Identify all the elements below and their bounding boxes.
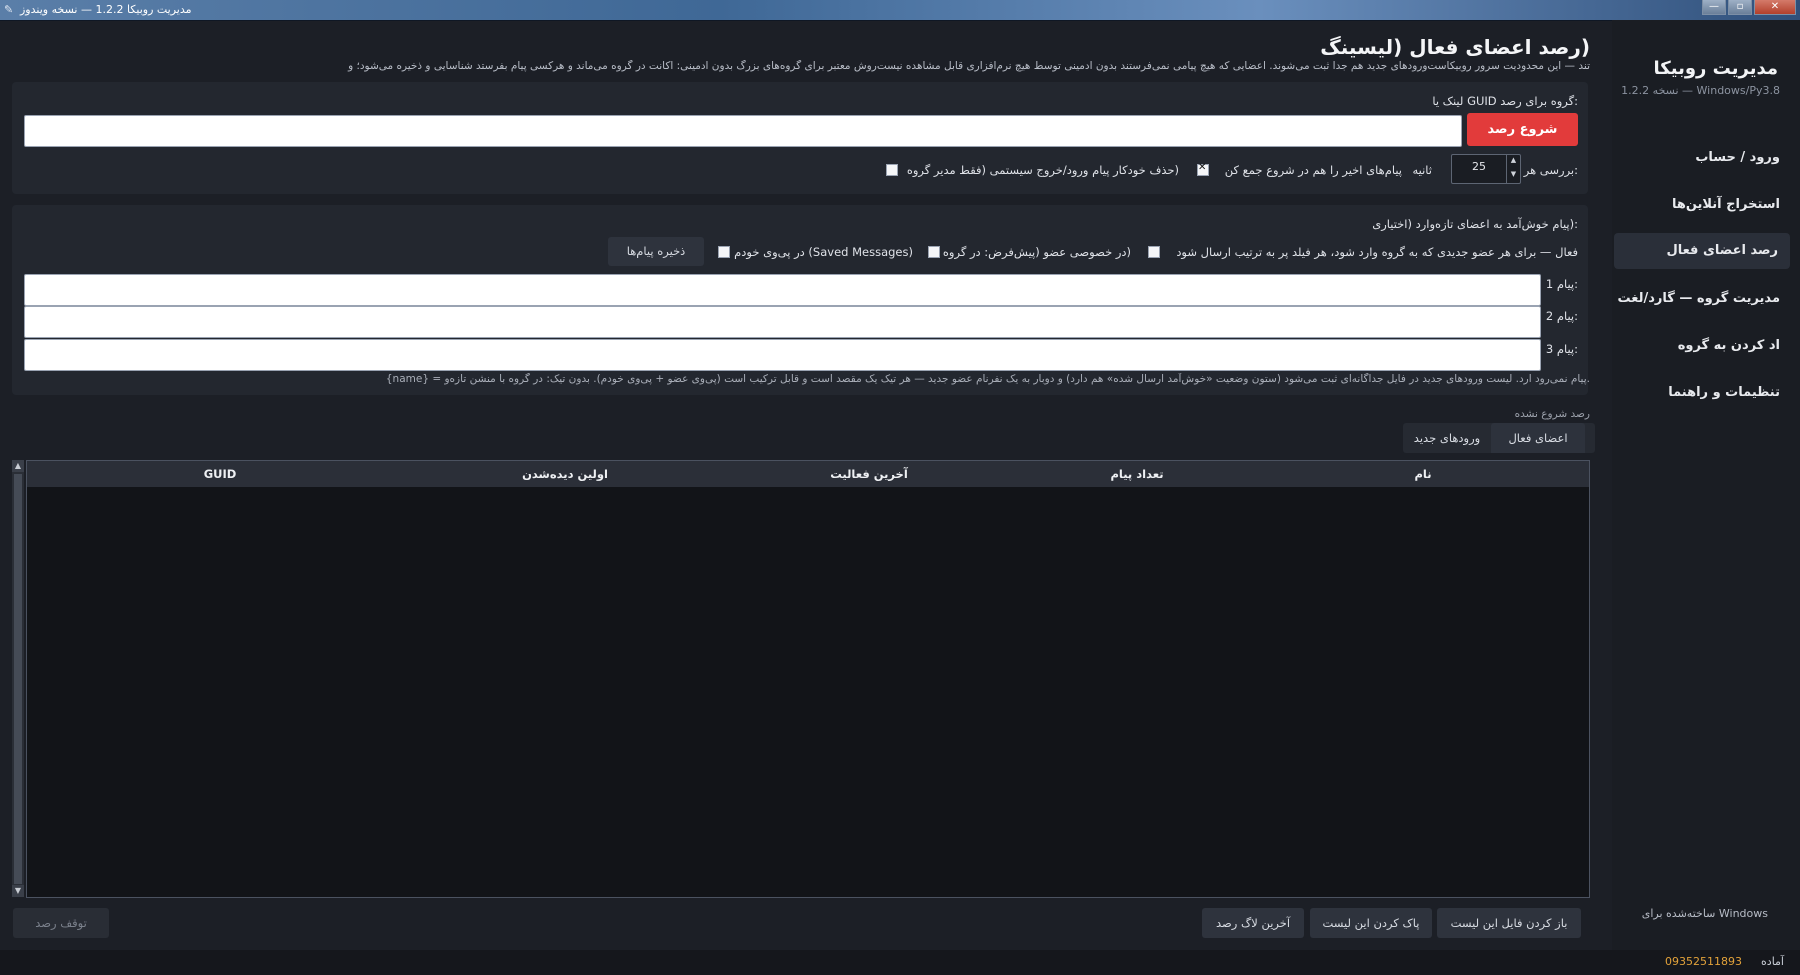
scroll-down-icon[interactable]: ▼ [12,885,24,897]
welcome-private-checkbox[interactable] [928,246,940,258]
message-3-input[interactable] [24,339,1541,371]
window-title: مدیریت روبیکا 1.2.2 — نسخه ویندوز [20,3,192,16]
monitor-state-label: رصد شروع نشده [1514,408,1590,420]
sidebar-item-online-extract[interactable]: استخراج آنلاین‌ها [1672,197,1780,212]
chevron-up-icon[interactable]: ▲ [1507,155,1520,169]
message-2-input[interactable] [24,306,1541,338]
window-controls: — ▫ ✕ [1702,0,1796,16]
welcome-active-checkbox[interactable] [1148,246,1160,258]
close-button[interactable]: ✕ [1754,0,1796,15]
sidebar-item-add-to-group[interactable]: اد کردن به گروه [1678,338,1780,353]
welcome-active-label: فعال — برای هر عضو جدیدی که به گروه وارد… [1176,245,1578,259]
version-label: 1.2.2 نسخه — Windows/Py3.8 [1621,84,1780,97]
scroll-thumb[interactable] [14,474,22,884]
message-3-label: :پیام 3 [1545,342,1578,356]
scroll-up-icon[interactable]: ▲ [12,460,24,472]
sidebar-item-group-manage[interactable]: مدیریت گروه — گارد/لغت [1618,291,1780,306]
welcome-hint: .پیام نمی‌رود ارد. لیست ورودهای جدید در … [385,373,1590,385]
last-log-button[interactable]: آخرین لاگ رصد [1202,908,1304,938]
open-list-file-button[interactable]: باز کردن فایل این لیست [1437,908,1581,938]
sidebar-item-active-monitor[interactable]: رصد اعضای فعال [1614,233,1790,269]
auto-delete-label: (حذف خودکار پیام ورود/خروج سیستمی (فقط م… [906,163,1179,177]
brand-title: مدیریت روبیکا [1653,58,1778,79]
sidebar-footer: ساخته‌شده برای Windows [1641,907,1768,920]
save-messages-button[interactable]: ذخیره پیام‌ها [608,237,704,266]
chevron-down-icon[interactable]: ▼ [1507,169,1520,183]
interval-spinner[interactable]: 25 ▲ ▼ [1451,154,1521,184]
maximize-button[interactable]: ▫ [1728,0,1752,15]
status-phone: 09352511893 [1665,955,1742,968]
members-table: نام تعداد پیام آخرین فعالیت اولین دیده‌ش… [26,460,1590,898]
status-ready: آماده [1761,955,1784,968]
collect-recent-label: پیام‌های اخیر را هم در شروع جمع کن [1224,163,1402,177]
start-monitor-button[interactable]: شروع رصد [1467,113,1578,146]
spinner-arrows[interactable]: ▲ ▼ [1506,155,1520,183]
tab-new-joins[interactable]: ورودهای جدید [1404,423,1490,453]
column-name[interactable]: نام [1414,467,1431,481]
table-header: نام تعداد پیام آخرین فعالیت اولین دیده‌ش… [27,461,1589,487]
column-message-count[interactable]: تعداد پیام [1110,467,1163,481]
status-bar: آماده 09352511893 [0,950,1800,975]
group-link-label: :گروه برای رصد GUID لینک یا [1432,94,1578,108]
column-guid[interactable]: GUID [204,467,237,481]
column-last-activity[interactable]: آخرین فعالیت [830,467,908,481]
interval-value: 25 [1472,160,1486,173]
window-titlebar: ✎ مدیریت روبیکا 1.2.2 — نسخه ویندوز — ▫ … [0,0,1800,21]
auto-delete-checkbox[interactable] [886,164,898,176]
minimize-button[interactable]: — [1702,0,1726,15]
page-title: (رصد اعضای فعال (لیسینگ [1320,35,1590,59]
app-icon: ✎ [4,3,14,16]
group-link-input[interactable] [24,115,1462,147]
seconds-label: ثانیه [1412,163,1432,177]
welcome-title: :(پیام خوش‌آمد به اعضای تازه‌وارد (اختیا… [1372,217,1578,231]
welcome-private-label: (در خصوصی عضو (پیش‌فرض: در گروه [942,245,1131,259]
table-scrollbar[interactable]: ▲ ▼ [12,460,24,897]
column-first-seen[interactable]: اولین دیده‌شدن [522,467,608,481]
sidebar-item-settings[interactable]: تنظیمات و راهنما [1668,385,1780,400]
message-1-label: :پیام 1 [1545,277,1578,291]
collect-recent-checkbox[interactable] [1197,162,1209,176]
stop-monitor-button[interactable]: توقف رصد [13,908,109,938]
message-2-label: :پیام 2 [1545,309,1578,323]
message-1-input[interactable] [24,274,1541,306]
sidebar-item-label: رصد اعضای فعال [1666,243,1778,258]
sidebar-item-login[interactable]: ورود / حساب [1695,150,1780,165]
welcome-saved-checkbox[interactable] [718,246,730,258]
page-description: تند — این محدودیت سرور روبیکاست‌ورودهای … [348,60,1590,72]
interval-label: :بررسی هر [1523,163,1578,177]
tab-active-members[interactable]: اعضای فعال [1491,423,1585,453]
clear-list-button[interactable]: پاک کردن این لیست [1310,908,1432,938]
welcome-saved-label: (Saved Messages) در پی‌وی خودم [734,245,913,259]
